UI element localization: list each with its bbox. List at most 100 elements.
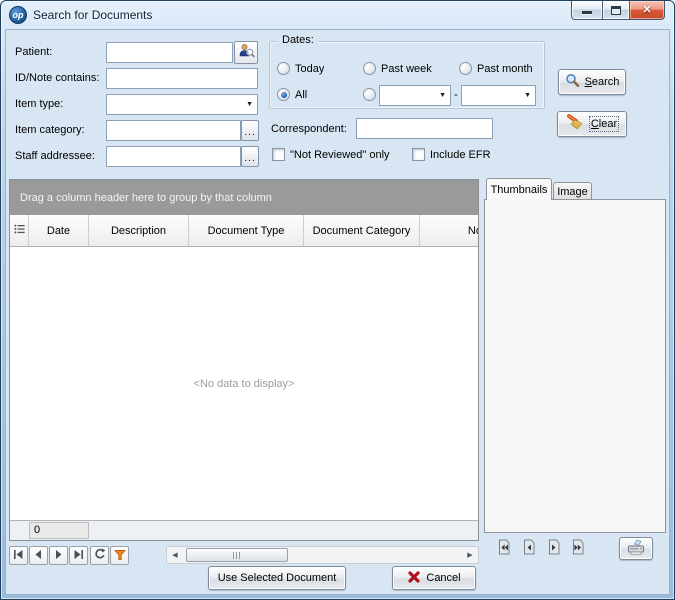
patient-input[interactable] — [106, 42, 233, 63]
grid-first-row-button[interactable] — [9, 546, 28, 565]
patient-search-button[interactable] — [234, 41, 258, 64]
minimize-button[interactable] — [571, 1, 603, 20]
radio-circle — [277, 62, 290, 75]
radio-date-range[interactable] — [363, 88, 376, 101]
next-row-icon — [53, 549, 64, 563]
thumbnails-panel — [484, 199, 666, 533]
app-logo-icon: op — [9, 6, 27, 24]
staff-addressee-browse-button[interactable]: ... — [241, 146, 259, 167]
id-note-contains-label: ID/Note contains: — [15, 72, 100, 84]
column-label: Date — [46, 224, 71, 237]
column-header-date[interactable]: Date — [29, 215, 89, 246]
horizontal-scrollbar[interactable]: ◀ ▶ — [166, 546, 479, 564]
cancel-button[interactable]: Cancel — [392, 566, 476, 590]
preview-prev-page-button[interactable] — [519, 538, 539, 558]
grid-footer: 0 — [10, 520, 478, 540]
correspondent-input[interactable] — [356, 118, 493, 139]
column-label: Document Category — [312, 224, 411, 237]
include-efr-checkbox[interactable]: Include EFR — [412, 148, 491, 161]
radio-today[interactable]: Today — [277, 62, 324, 75]
scroll-right-arrow[interactable]: ▶ — [462, 547, 478, 563]
row-indicator-header[interactable] — [10, 215, 29, 246]
refresh-icon — [94, 548, 106, 563]
item-type-dropdown[interactable]: ▼ — [106, 94, 258, 115]
close-icon: ✕ — [642, 3, 652, 16]
footer-count-cell: 0 — [29, 522, 89, 539]
first-page-icon — [496, 539, 512, 558]
scroll-left-arrow[interactable]: ◀ — [167, 547, 183, 563]
last-row-icon — [73, 549, 84, 563]
close-button[interactable]: ✕ — [630, 1, 665, 20]
grid-last-row-button[interactable] — [69, 546, 88, 565]
radio-all-label: All — [295, 88, 308, 101]
not-reviewed-checkbox[interactable]: "Not Reviewed" only — [272, 148, 390, 161]
clear-button-label: Clear — [588, 116, 620, 132]
radio-all[interactable]: All — [277, 88, 307, 101]
next-page-icon — [546, 539, 562, 558]
chevron-down-icon: ▼ — [524, 92, 531, 99]
use-selected-document-button[interactable]: Use Selected Document — [208, 566, 346, 590]
window-title: Search for Documents — [33, 8, 153, 22]
tab-image[interactable]: Image — [553, 182, 592, 200]
search-button[interactable]: Search — [558, 69, 626, 95]
correspondent-label: Correspondent: — [271, 123, 347, 135]
use-selected-document-label: Use Selected Document — [217, 572, 337, 584]
customize-columns-icon — [13, 224, 25, 237]
grid-header-row: Date Description Document Type Document … — [10, 215, 478, 247]
scrollbar-thumb[interactable] — [186, 548, 288, 562]
person-magnifier-icon — [238, 43, 255, 62]
date-from-dropdown[interactable]: ▼ — [379, 85, 451, 106]
title-bar[interactable]: op Search for Documents ✕ — [1, 1, 674, 29]
preview-first-page-button[interactable] — [494, 538, 514, 558]
grid-next-row-button[interactable] — [49, 546, 68, 565]
date-range-separator: - — [454, 89, 458, 101]
tab-thumbnails[interactable]: Thumbnails — [486, 178, 552, 200]
search-icon — [565, 73, 580, 91]
radio-circle — [459, 62, 472, 75]
item-category-input[interactable] — [106, 120, 241, 141]
not-reviewed-label: "Not Reviewed" only — [290, 148, 390, 161]
chevron-down-icon: ▼ — [439, 92, 446, 99]
printer-icon — [626, 539, 646, 559]
cancel-button-label: Cancel — [426, 572, 461, 584]
search-for-documents-window: op Search for Documents ✕ Patient: ID/No… — [0, 0, 675, 600]
no-data-message: <No data to display> — [193, 377, 295, 390]
grid-prev-row-button[interactable] — [29, 546, 48, 565]
prev-row-icon — [33, 549, 44, 563]
column-header-description[interactable]: Description — [89, 215, 189, 246]
staff-addressee-input[interactable] — [106, 146, 241, 167]
radio-past-month[interactable]: Past month — [459, 62, 533, 75]
preview-last-page-button[interactable] — [568, 538, 588, 558]
radio-circle — [363, 88, 376, 101]
radio-circle — [363, 62, 376, 75]
window-controls: ✕ — [571, 1, 665, 20]
date-to-dropdown[interactable]: ▼ — [461, 85, 536, 106]
include-efr-label: Include EFR — [430, 148, 491, 161]
column-label: Document Type — [207, 224, 285, 237]
radio-past-week[interactable]: Past week — [363, 62, 432, 75]
thumb-grip-icon — [232, 551, 242, 559]
radio-past-month-label: Past month — [477, 62, 533, 75]
preview-next-page-button[interactable] — [544, 538, 564, 558]
radio-today-label: Today — [295, 62, 325, 75]
item-category-browse-button[interactable]: ... — [241, 120, 259, 141]
group-by-band[interactable]: Drag a column header here to group by th… — [10, 180, 478, 215]
grid-refresh-button[interactable] — [90, 546, 109, 565]
patient-label: Patient: — [15, 46, 53, 58]
radio-circle-selected — [277, 88, 290, 101]
clear-brush-icon — [566, 114, 586, 134]
column-header-note[interactable]: Note — [420, 215, 478, 246]
first-row-icon — [13, 549, 24, 563]
column-header-document-type[interactable]: Document Type — [189, 215, 304, 246]
results-grid: Drag a column header here to group by th… — [9, 179, 479, 541]
id-note-contains-input[interactable] — [106, 68, 258, 89]
group-by-hint: Drag a column header here to group by th… — [20, 191, 272, 204]
clear-button[interactable]: Clear — [557, 111, 627, 137]
grid-filter-button[interactable] — [110, 546, 129, 565]
column-label: Description — [110, 224, 167, 237]
print-button[interactable] — [619, 537, 653, 560]
maximize-button[interactable] — [603, 1, 630, 20]
item-type-label: Item type: — [15, 98, 64, 110]
column-header-document-category[interactable]: Document Category — [304, 215, 420, 246]
tab-thumbnails-label: Thumbnails — [490, 183, 548, 196]
